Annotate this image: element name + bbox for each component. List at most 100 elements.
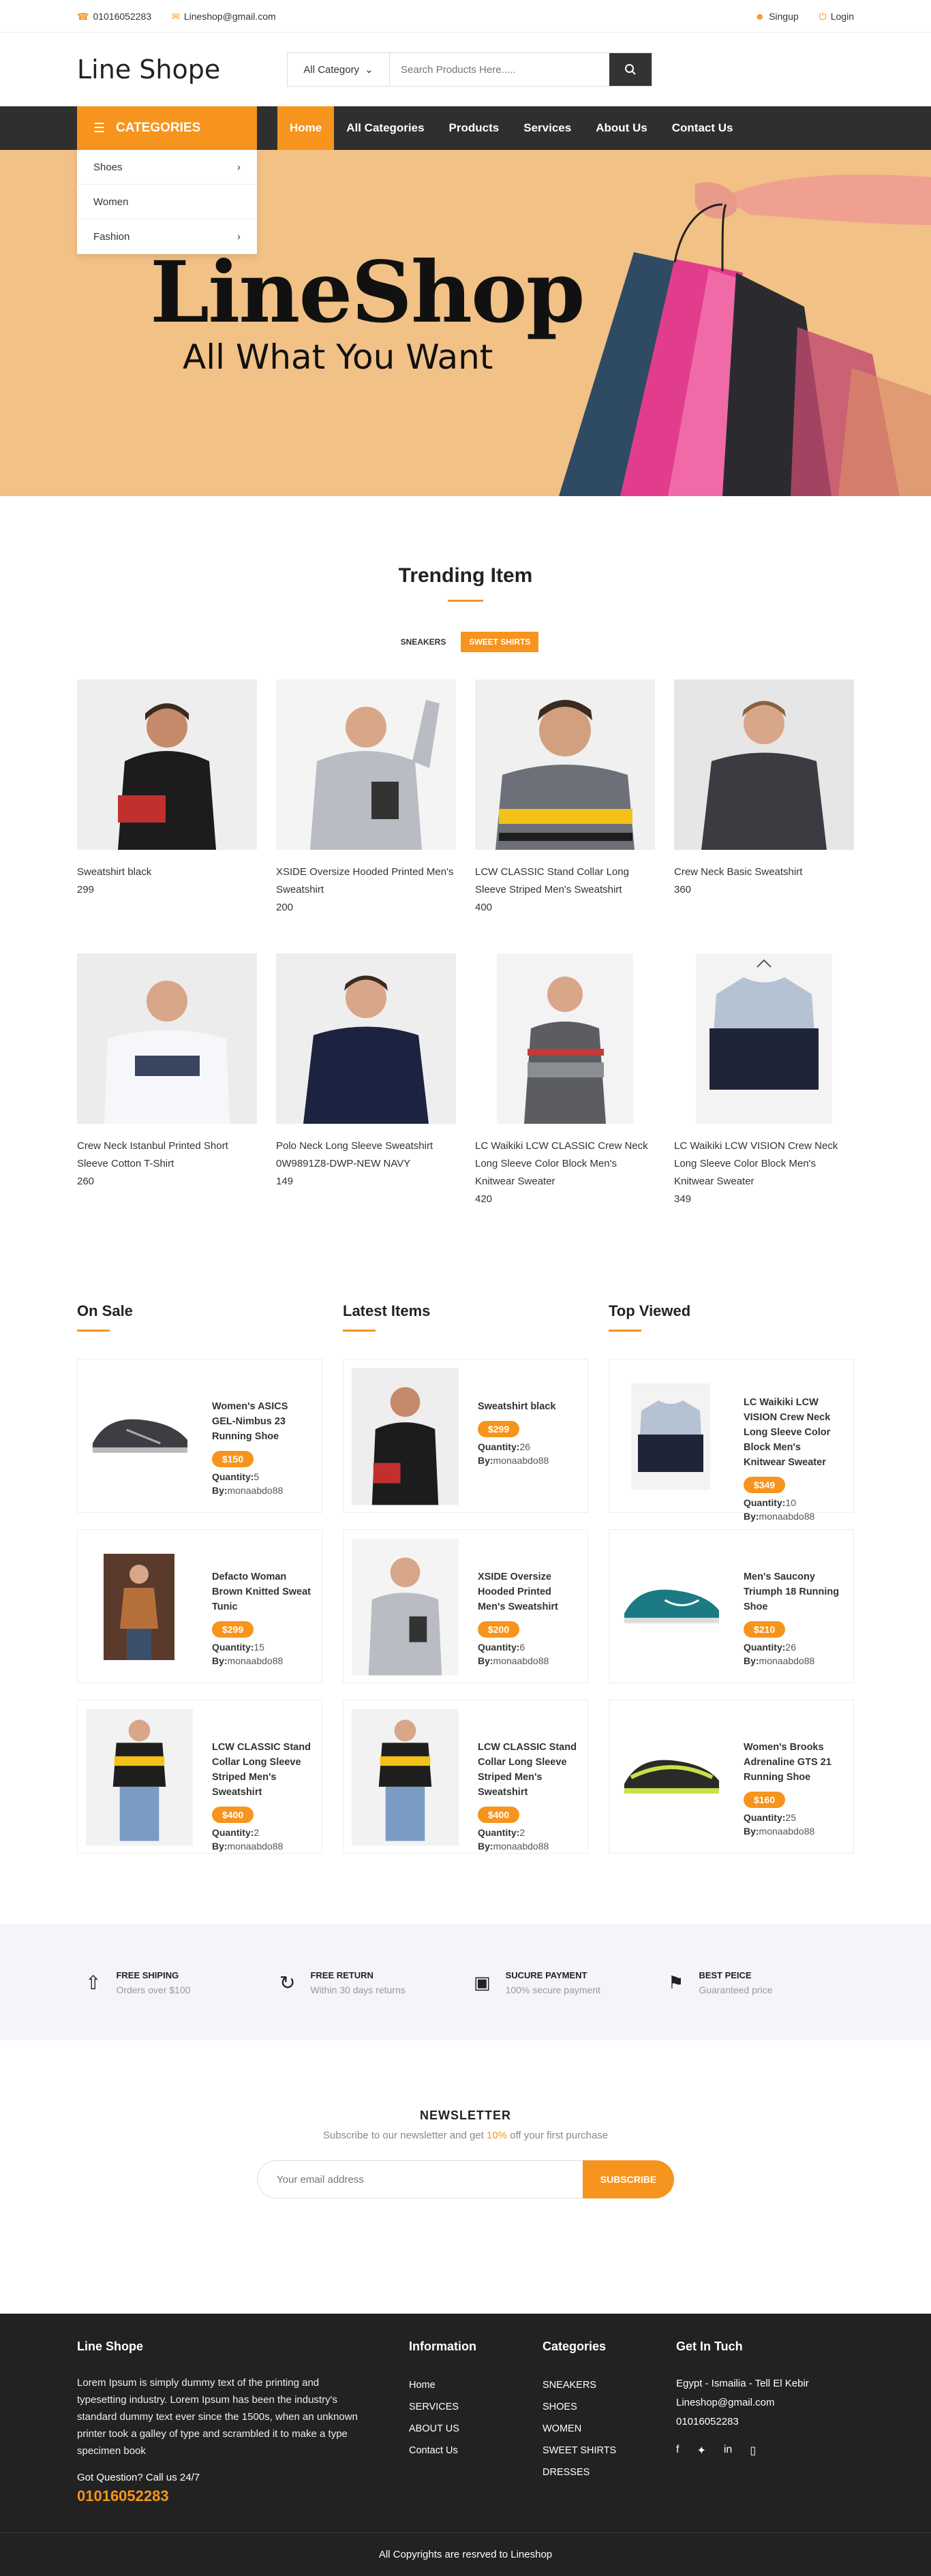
list-item[interactable]: Sweatshirt black $299 Quantity:26 By:mon… <box>343 1359 588 1513</box>
product-card[interactable]: Sweatshirt black 299 <box>77 679 257 953</box>
list-item[interactable]: Women's ASICS GEL-Nimbus 23 Running Shoe… <box>77 1359 322 1513</box>
hero-subtitle: All What You Want <box>183 337 493 377</box>
category-item-women[interactable]: Women <box>77 185 257 219</box>
linkedin-icon[interactable]: in <box>724 2444 732 2457</box>
quantity-value: 26 <box>785 1642 796 1653</box>
features-bar: ⇧ FREE SHIPING Orders over $100 ↻ FREE RE… <box>0 1925 931 2040</box>
footer-cat-shoes[interactable]: SHOES <box>543 2396 676 2418</box>
product-name[interactable]: XSIDE Oversize Hooded Printed Men's Swea… <box>276 863 456 899</box>
footer-tel[interactable]: 01016052283 <box>676 2412 840 2432</box>
list-item[interactable]: LCW CLASSIC Stand Collar Long Sleeve Str… <box>77 1700 322 1854</box>
category-item-shoes[interactable]: Shoes › <box>77 150 257 185</box>
product-name[interactable]: Women's ASICS GEL-Nimbus 23 Running Shoe <box>212 1399 314 1444</box>
signup-link[interactable]: ☻ Singup <box>754 11 798 22</box>
twitter-icon[interactable]: ✦ <box>697 2444 705 2457</box>
by-label: By: <box>743 1511 759 1522</box>
product-name[interactable]: LC Waikiki LCW CLASSIC Crew Neck Long Sl… <box>475 1137 655 1191</box>
by-label: By: <box>743 1655 759 1666</box>
author-value: monaabdo88 <box>493 1655 549 1666</box>
author-line: By:monaabdo88 <box>478 1454 579 1467</box>
footer-link-home[interactable]: Home <box>409 2374 543 2396</box>
quantity-label: Quantity: <box>477 1827 520 1838</box>
nav-products[interactable]: Products <box>437 106 512 150</box>
nav-contact[interactable]: Contact Us <box>660 106 746 150</box>
product-price: 299 <box>77 884 95 895</box>
list-item[interactable]: Defacto Woman Brown Knitted Sweat Tunic … <box>77 1529 322 1683</box>
quantity-line: Quantity:6 <box>478 1640 579 1654</box>
product-name[interactable]: Women's Brooks Adrenaline GTS 21 Running… <box>744 1740 845 1785</box>
feature-title: FREE SHIPING <box>116 1969 179 1980</box>
categories-label: CATEGORIES <box>116 121 201 135</box>
product-name[interactable]: LCW CLASSIC Stand Collar Long Sleeve Str… <box>212 1740 314 1800</box>
product-name[interactable]: Sweatshirt black <box>478 1399 579 1414</box>
signup-label: Singup <box>769 11 799 22</box>
category-item-fashion[interactable]: Fashion › <box>77 219 257 254</box>
product-card[interactable]: Polo Neck Long Sleeve Sweatshirt 0W9891Z… <box>276 953 456 1227</box>
footer-cat-women[interactable]: WOMEN <box>543 2418 676 2440</box>
quantity-value: 2 <box>254 1827 260 1838</box>
trending-title: Trending Item <box>398 564 533 587</box>
top-viewed-column: Top Viewed LC Waikiki LCW VISION Crew Ne… <box>609 1302 854 1870</box>
product-name[interactable]: XSIDE Oversize Hooded Printed Men's Swea… <box>478 1569 579 1614</box>
product-name[interactable]: Crew Neck Basic Sweatshirt <box>674 863 854 881</box>
list-item[interactable]: Women's Brooks Adrenaline GTS 21 Running… <box>609 1700 854 1854</box>
footer-phone[interactable]: 01016052283 <box>77 2487 409 2505</box>
list-item[interactable]: LCW CLASSIC Stand Collar Long Sleeve Str… <box>343 1700 588 1854</box>
search-input[interactable] <box>390 53 609 86</box>
main-nav: ☰ CATEGORIES Shoes › Women Fashion › Home … <box>0 106 931 254</box>
product-name[interactable]: LC Waikiki LCW VISION Crew Neck Long Sle… <box>674 1137 854 1191</box>
list-item[interactable]: XSIDE Oversize Hooded Printed Men's Swea… <box>343 1529 588 1683</box>
author-value: monaabdo88 <box>759 1655 815 1666</box>
newsletter-text-after: off your first purchase <box>507 2130 609 2141</box>
quantity-label: Quantity: <box>743 1642 786 1653</box>
nav-services[interactable]: Services <box>511 106 583 150</box>
product-name[interactable]: LCW CLASSIC Stand Collar Long Sleeve Str… <box>475 863 655 899</box>
product-card[interactable]: Crew Neck Istanbul Printed Short Sleeve … <box>77 953 257 1227</box>
nav-home[interactable]: Home <box>277 106 335 150</box>
product-name[interactable]: Polo Neck Long Sleeve Sweatshirt 0W9891Z… <box>276 1137 456 1173</box>
footer-link-services[interactable]: SERVICES <box>409 2396 543 2418</box>
product-card[interactable]: Crew Neck Basic Sweatshirt 360 <box>674 679 854 953</box>
categories-dropdown: Shoes › Women Fashion › <box>77 150 257 254</box>
product-name[interactable]: Defacto Woman Brown Knitted Sweat Tunic <box>212 1569 314 1614</box>
product-card[interactable]: LC Waikiki LCW VISION Crew Neck Long Sle… <box>674 953 854 1227</box>
list-item[interactable]: LC Waikiki LCW VISION Crew Neck Long Sle… <box>609 1359 854 1522</box>
site-logo[interactable]: Line Shope <box>77 55 281 85</box>
author-line: By:monaabdo88 <box>212 1484 314 1497</box>
mobile-icon[interactable]: ▯ <box>750 2444 756 2457</box>
on-sale-column: On Sale Women's ASICS GEL-Nimbus 23 Runn… <box>77 1302 322 1870</box>
product-image <box>674 953 854 1124</box>
footer-address: Egypt - Ismailia - Tell El Kebir <box>676 2378 809 2389</box>
product-card[interactable]: XSIDE Oversize Hooded Printed Men's Swea… <box>276 679 456 953</box>
product-name[interactable]: Sweatshirt black <box>77 863 257 881</box>
login-link[interactable]: ⏻ Login <box>819 11 854 22</box>
tab-sweet-shirts[interactable]: SWEET SHIRTS <box>461 632 539 652</box>
product-name[interactable]: LC Waikiki LCW VISION Crew Neck Long Sle… <box>744 1395 845 1470</box>
footer-link-about[interactable]: ABOUT US <box>409 2418 543 2440</box>
tab-sneakers[interactable]: SNEAKERS <box>393 632 455 652</box>
footer-cat-dresses[interactable]: DRESSES <box>543 2462 676 2483</box>
list-item[interactable]: Men's Saucony Triumph 18 Running Shoe $2… <box>609 1529 854 1683</box>
product-name[interactable]: Men's Saucony Triumph 18 Running Shoe <box>744 1569 845 1614</box>
subscribe-button[interactable]: SUBSCRIBE <box>583 2160 674 2198</box>
product-price: 200 <box>276 902 294 913</box>
product-name[interactable]: Crew Neck Istanbul Printed Short Sleeve … <box>77 1137 257 1173</box>
author-line: By:monaabdo88 <box>744 1509 845 1523</box>
footer-link-contact[interactable]: Contact Us <box>409 2440 543 2462</box>
nav-all-categories[interactable]: All Categories <box>334 106 436 150</box>
copyright: All Copyrights are resrved to Lineshop <box>0 2532 931 2576</box>
email-field[interactable] <box>257 2160 583 2198</box>
categories-button[interactable]: ☰ CATEGORIES <box>77 106 257 150</box>
product-card[interactable]: LC Waikiki LCW CLASSIC Crew Neck Long Sl… <box>475 953 655 1227</box>
facebook-icon[interactable]: f <box>676 2444 679 2457</box>
shopping-bags-image <box>559 174 931 496</box>
footer-cat-sneakers[interactable]: SNEAKERS <box>543 2374 676 2396</box>
footer-cat-sweet-shirts[interactable]: SWEET SHIRTS <box>543 2440 676 2462</box>
footer-email[interactable]: Lineshop@gmail.com <box>676 2393 840 2412</box>
search-button[interactable] <box>609 53 652 86</box>
category-select[interactable]: All Category ⌄ <box>288 53 390 86</box>
price-badge: $299 <box>211 1621 254 1638</box>
product-name[interactable]: LCW CLASSIC Stand Collar Long Sleeve Str… <box>478 1740 579 1800</box>
product-card[interactable]: LCW CLASSIC Stand Collar Long Sleeve Str… <box>475 679 655 953</box>
nav-about[interactable]: About Us <box>583 106 660 150</box>
